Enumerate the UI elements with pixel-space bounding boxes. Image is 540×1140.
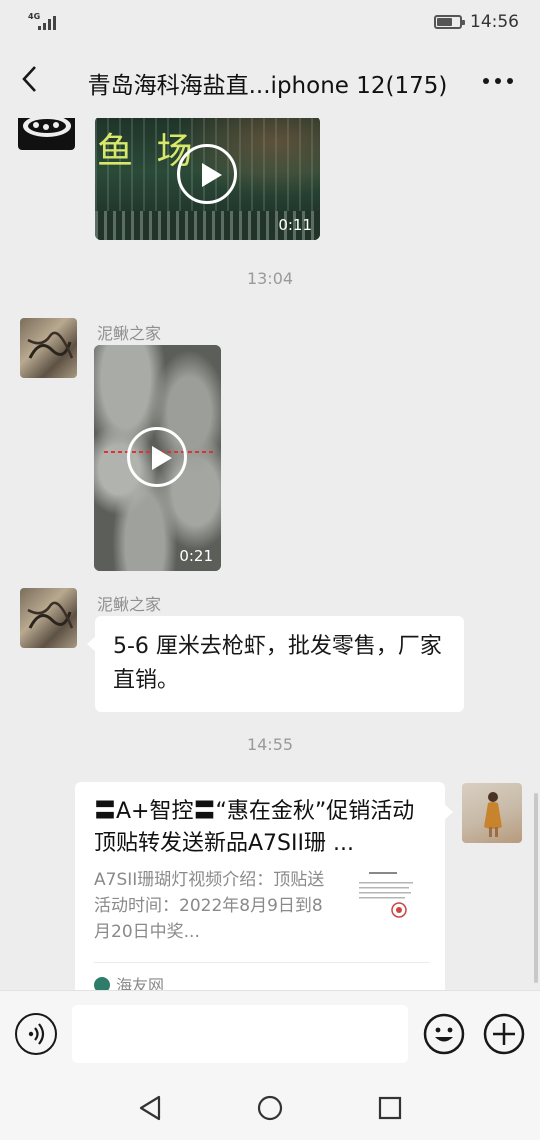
nav-home-button[interactable] <box>256 1094 284 1122</box>
link-card[interactable]: 〓A+智控〓“惠在金秋”促销活动顶贴转发送新品A7SII珊 ... A7SII珊… <box>75 782 453 990</box>
nav-recent-icon <box>378 1096 402 1120</box>
battery-icon <box>434 15 465 29</box>
sender-name: 泥鳅之家 <box>97 324 162 343</box>
link-source: 海友网 <box>94 972 164 990</box>
signal-icon: 4G <box>28 12 58 32</box>
source-logo-icon <box>94 977 110 990</box>
link-description: A7SII珊瑚灯视频介绍：顶贴送活动时间：2022年8月9日到8月20日中奖..… <box>94 870 325 942</box>
status-time: 14:56 <box>470 12 519 32</box>
timestamp: 14:55 <box>246 735 294 754</box>
chat-header: 青岛海科海盐直...iphone 12(175) <box>0 44 540 118</box>
link-thumbnail <box>355 870 417 932</box>
play-icon[interactable] <box>127 427 187 487</box>
voice-icon <box>28 1023 45 1045</box>
sender-avatar[interactable] <box>20 318 77 378</box>
nav-recent-button[interactable] <box>377 1095 403 1121</box>
video-duration: 0:21 <box>179 547 213 565</box>
voice-button[interactable] <box>15 1013 57 1055</box>
status-bar: 4G 14:56 <box>0 0 540 44</box>
video-duration: 0:11 <box>278 216 312 234</box>
message-input[interactable] <box>72 1005 408 1063</box>
emoji-icon <box>423 1013 465 1055</box>
text-message[interactable]: 5-6 厘米去枪虾，批发零售，厂家直销。 <box>87 616 464 712</box>
play-icon[interactable] <box>177 144 237 204</box>
sender-avatar[interactable] <box>18 118 75 150</box>
video-message[interactable]: 0:21 <box>94 345 221 571</box>
more-functions-button[interactable] <box>483 1013 525 1055</box>
timestamp: 13:04 <box>246 269 294 288</box>
nav-back-button[interactable] <box>137 1094 165 1122</box>
video-message[interactable]: 鱼 场 0:11 <box>95 118 320 240</box>
sender-name: 泥鳅之家 <box>97 595 162 614</box>
nav-home-icon <box>257 1095 283 1121</box>
my-avatar[interactable] <box>462 783 522 843</box>
system-nav-bar <box>0 1074 540 1140</box>
back-button[interactable] <box>14 62 48 96</box>
sender-avatar[interactable] <box>20 588 77 648</box>
scrollbar[interactable] <box>534 793 538 983</box>
link-title: 〓A+智控〓“惠在金秋”促销活动顶贴转发送新品A7SII珊 ... <box>94 799 415 856</box>
plus-icon <box>483 1013 525 1055</box>
input-bar <box>0 990 540 1074</box>
chat-messages[interactable]: 鱼 场 0:11 13:04 泥鳅之家 0:21 泥鳅之家 5-6 厘米去枪虾，… <box>0 118 540 990</box>
nav-back-icon <box>139 1095 161 1121</box>
chevron-left-icon <box>22 66 36 92</box>
emoji-button[interactable] <box>423 1013 465 1055</box>
chat-title: 青岛海科海盐直...iphone 12(175) <box>87 73 448 99</box>
link-source-name: 海友网 <box>116 976 165 990</box>
more-dots-icon <box>483 78 513 84</box>
more-button[interactable] <box>478 66 518 96</box>
